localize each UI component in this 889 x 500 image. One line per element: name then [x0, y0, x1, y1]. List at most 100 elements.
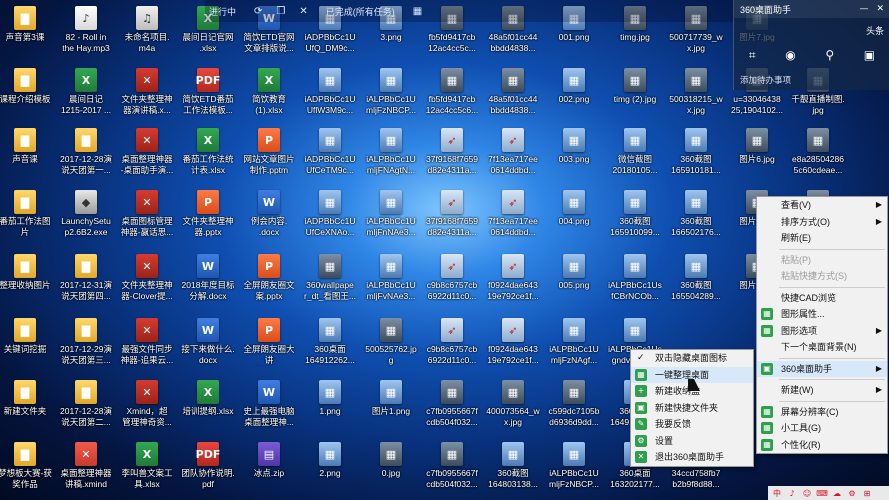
menu-item[interactable]: ⚙ 设置: [631, 433, 753, 450]
menu-item[interactable]: ✎ 我要反馈: [631, 416, 753, 433]
desktop-icon[interactable]: ▦ 003.png: [546, 124, 602, 184]
menu-item[interactable]: 新建(W) ▶: [757, 382, 887, 399]
desktop-icon[interactable]: ▇ 关键词挖掘: [0, 314, 53, 374]
tray-icon[interactable]: 中: [771, 488, 783, 499]
crop-icon[interactable]: ⌗: [749, 48, 756, 63]
desktop-icon[interactable]: ▇ 2017-12-31演 说天团第四...: [58, 250, 114, 310]
copy-icon[interactable]: ❐: [276, 6, 285, 17]
desktop-icon[interactable]: ▦ iALPBbCc1U mljFzNBCP...: [363, 64, 419, 124]
helper-news-tab[interactable]: 头条: [866, 24, 884, 37]
desktop-icon[interactable]: P 网站文章图片 制作.pptm: [241, 124, 297, 184]
menu-item[interactable]: 粘贴(P): [757, 252, 887, 269]
desktop-icon[interactable]: ▇ 2017-12-29演 说天团第三...: [58, 314, 114, 374]
desktop-icon[interactable]: ▦ 1.png: [302, 376, 358, 436]
desktop-icon[interactable]: ▦ iALPBbCc1U mljFNAgtN...: [363, 124, 419, 184]
menu-item[interactable]: ▦ 图形属性...: [757, 306, 887, 323]
tray-icon[interactable]: ☺: [801, 489, 813, 498]
desktop-icon[interactable]: ▦ 2.png: [302, 438, 358, 498]
menu-item[interactable]: 刷新(E): [757, 230, 887, 247]
desktop-icon[interactable]: ▇ 梦想板大赛-获 奖作品: [0, 438, 53, 498]
menu-item[interactable]: 粘贴快捷方式(S): [757, 268, 887, 285]
minimize-icon[interactable]: —: [859, 4, 868, 14]
desktop-icon[interactable]: ➶ f0924dae643 19e792ce1f...: [485, 250, 541, 310]
desktop-icon[interactable]: W 史上最强电脑 桌面整理神...: [241, 376, 297, 436]
refresh-icon[interactable]: ⟳: [254, 6, 262, 17]
tray-icon[interactable]: ⌨: [816, 489, 828, 498]
desktop-icon[interactable]: ▦ c599dc7105b d6936d9dd...: [546, 376, 602, 436]
desktop-icon[interactable]: ▦ iALPBbCc1Us fCBrNCOb...: [607, 250, 663, 310]
desktop-icon[interactable]: ➶ 37f9168f7659 d82e4311a...: [424, 124, 480, 184]
desktop-icon[interactable]: ▦ 005.png: [546, 250, 602, 310]
eye-icon[interactable]: ◉: [785, 48, 795, 63]
desktop-icon[interactable]: ▦ e8a28504286 5c60cdeae...: [790, 124, 846, 184]
add-todo-link[interactable]: 添加待办事项: [740, 74, 791, 86]
menu-item[interactable]: 快捷CAD浏览: [757, 290, 887, 307]
desktop-icon[interactable]: ▦ iADPBbCc1U UflW3M9c...: [302, 64, 358, 124]
desktop-icon[interactable]: ✕ 文件夹整理神 器演讲稿.x...: [119, 64, 175, 124]
desktop-icon[interactable]: ▇ 2017-12-28演 说天团第二...: [58, 376, 114, 436]
desktop-icon[interactable]: ◆ LaunchySetu p2.6B2.exe: [58, 186, 114, 246]
desktop-icon[interactable]: ♫ 未命名项目. m4a: [119, 2, 175, 62]
desktop-icon[interactable]: ▦ iADPBbCc1U UfCeXNAo...: [302, 186, 358, 246]
desktop-icon[interactable]: ▦ c7fb0955667f cdb504f032...: [424, 438, 480, 498]
desktop-icon[interactable]: ➶ 7f13ea717ee 0614ddbd...: [485, 186, 541, 246]
menu-item[interactable]: 查看(V) ▶: [757, 197, 887, 214]
desktop-icon[interactable]: W 2018年度目标 分解.docx: [180, 250, 236, 310]
menu-item[interactable]: ▣ 360桌面助手 ▶: [757, 360, 887, 377]
desktop-icon[interactable]: ▤ 冰点.zip: [241, 438, 297, 498]
close-icon[interactable]: ✕: [876, 4, 884, 14]
grid-icon[interactable]: ▦: [413, 6, 422, 17]
desktop-icon[interactable]: ▦ iALPBbCc1U mljFnNAe3...: [363, 186, 419, 246]
desktop-icon[interactable]: W 例会内容. .docx: [241, 186, 297, 246]
desktop-icon[interactable]: ▦ iALPBbCc1U mljFvNAe3...: [363, 250, 419, 310]
desktop-icon[interactable]: ✕ 桌面图标管理 神器-赢话思...: [119, 186, 175, 246]
desktop-icon[interactable]: ➶ 37f9168f7659 d82e4311a...: [424, 186, 480, 246]
desktop-icon[interactable]: ▦ timg (2).jpg: [607, 64, 663, 124]
desktop-icon[interactable]: ▦ iALPBbCc1U mljFzNBCP...: [546, 438, 602, 498]
desktop-icon[interactable]: ▦ c7fb0955667f cdb504f032...: [424, 376, 480, 436]
desktop-icon[interactable]: ▦ 48a5f01cc44 bbdd4838...: [485, 64, 541, 124]
desktop-icon[interactable]: ✕ 桌面整理神器 讲稿.xmind: [58, 438, 114, 498]
desktop-icon[interactable]: X 晨间日记 1215-2017 ...: [58, 64, 114, 124]
desktop-icon[interactable]: ▇ 声音第3课: [0, 2, 53, 62]
tray-icon[interactable]: ♪: [786, 489, 798, 498]
tray-icon[interactable]: ☁: [831, 489, 843, 498]
desktop-icon[interactable]: ▇ 整理收纳图片: [0, 250, 53, 310]
desktop-icon[interactable]: ✕ 文件夹整理神 器-Clover提...: [119, 250, 175, 310]
desktop-icon[interactable]: ▦ 500525762.jp g: [363, 314, 419, 374]
desktop-icon[interactable]: ▦ 图片1.png: [363, 376, 419, 436]
toolbar-item-completed[interactable]: 已完成(所有任务): [322, 5, 399, 18]
tray-icon[interactable]: ⊞: [861, 489, 873, 498]
desktop-icon[interactable]: PDF 简饮ETD番茄 工作法模板...: [180, 64, 236, 124]
desktop-icon[interactable]: X 番茄工作法统 计表.xlsx: [180, 124, 236, 184]
desktop-icon[interactable]: ▦ 360截图 164803138...: [485, 438, 541, 498]
desktop-icon[interactable]: ▦ 0.jpg: [363, 438, 419, 498]
desktop-icon[interactable]: ➶ c9b8c6757cb 6922d11c0...: [424, 250, 480, 310]
desktop-icon[interactable]: ▦ 360wallpape r_dt_看图王...: [302, 250, 358, 310]
desktop-icon[interactable]: ♪ 82 - Roll in the Hay.mp3: [58, 2, 114, 62]
desktop-icon[interactable]: X 培训提纲.xlsx: [180, 376, 236, 436]
menu-item[interactable]: 下一个桌面背景(N): [757, 339, 887, 356]
desktop-icon[interactable]: ✕ Xmind，超 管理神奇资...: [119, 376, 175, 436]
desktop-icon[interactable]: ▦ 500318215_w x.jpg: [668, 64, 724, 124]
desktop-icon[interactable]: ✕ 最强文件同步 神器-追果云...: [119, 314, 175, 374]
desktop-icon[interactable]: ▦ 360桌面 164912262...: [302, 314, 358, 374]
desktop-icon[interactable]: ▦ 图片6.jpg: [729, 124, 785, 184]
menu-item[interactable]: 排序方式(O) ▶: [757, 214, 887, 231]
screenshot-icon[interactable]: ▣: [864, 48, 875, 63]
tray-icon[interactable]: ⚙: [846, 489, 858, 498]
menu-item[interactable]: ▦ 小工具(G): [757, 420, 887, 437]
close-icon[interactable]: ✕: [299, 6, 307, 17]
desktop-icon[interactable]: ▇ 课程介绍模板: [0, 64, 53, 124]
desktop-icon[interactable]: ▦ 400073564_w x.jpg: [485, 376, 541, 436]
menu-item[interactable]: ✕ 退出360桌面助手: [631, 449, 753, 466]
desktop-icon[interactable]: X 简饮教育 (1).xlsx: [241, 64, 297, 124]
pin-icon[interactable]: ⚲: [825, 48, 834, 63]
desktop-icon[interactable]: ▦ 360截图 165910181...: [668, 124, 724, 184]
menu-item[interactable]: ▦ 个性化(R): [757, 437, 887, 454]
toolbar-item-in-progress[interactable]: 进行中: [205, 5, 240, 18]
desktop-icon[interactable]: ▦ 360截图 165910099...: [607, 186, 663, 246]
desktop-icon[interactable]: ▦ 004.png: [546, 186, 602, 246]
desktop-icon[interactable]: ▦ 微信截图 20180105...: [607, 124, 663, 184]
menu-item[interactable]: ▦ 图形选项 ▶: [757, 323, 887, 340]
